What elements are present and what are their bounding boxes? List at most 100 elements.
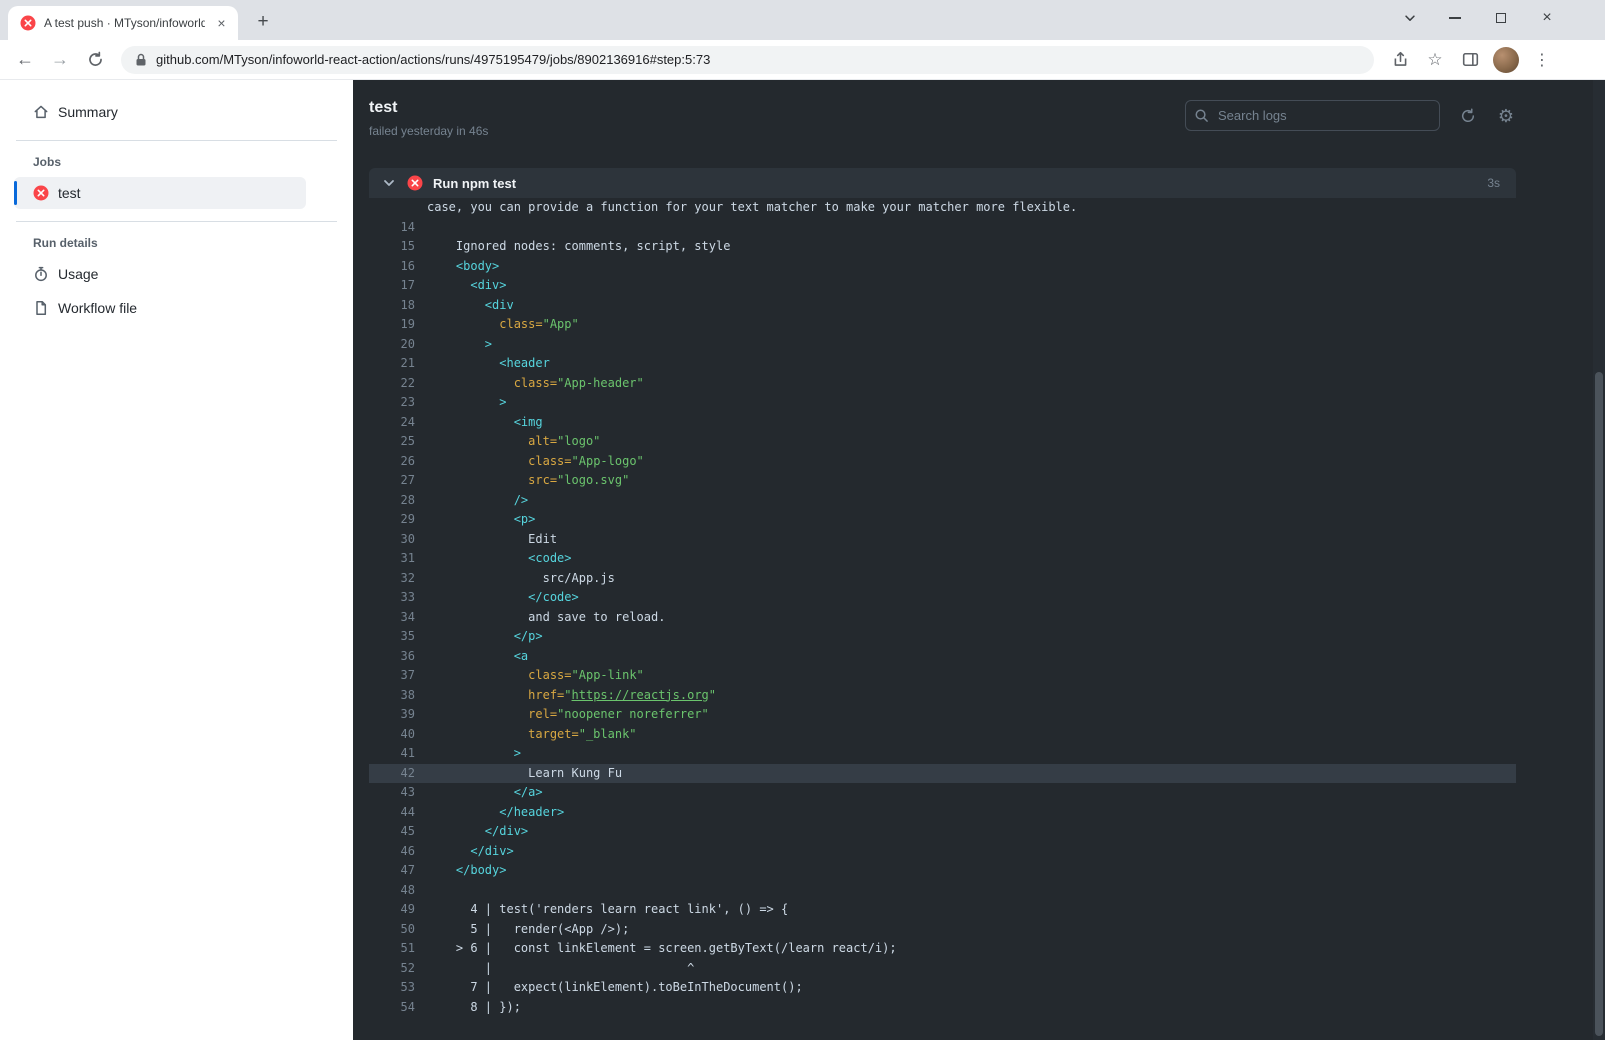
- log-line-number[interactable]: [369, 198, 415, 218]
- log-line[interactable]: 48: [369, 881, 1516, 901]
- log-line-number[interactable]: 26: [369, 452, 415, 472]
- tab-close-icon[interactable]: ×: [213, 15, 230, 32]
- log-line[interactable]: 18 <div: [369, 296, 1516, 316]
- browser-menu-button[interactable]: ⋮: [1527, 45, 1557, 75]
- maximize-button[interactable]: [1481, 0, 1521, 36]
- sidebar-item-workflow-file[interactable]: Workflow file: [14, 292, 306, 324]
- close-button[interactable]: ×: [1527, 0, 1567, 36]
- log-line[interactable]: 38 href="https://reactjs.org": [369, 686, 1516, 706]
- log-line-number[interactable]: 40: [369, 725, 415, 745]
- address-bar[interactable]: github.com/MTyson/infoworld-react-action…: [121, 45, 1374, 74]
- log-line-number[interactable]: 46: [369, 842, 415, 862]
- log-line[interactable]: 44 </header>: [369, 803, 1516, 823]
- log-line-number[interactable]: 52: [369, 959, 415, 979]
- log-line-number[interactable]: 24: [369, 413, 415, 433]
- log-line-number[interactable]: 28: [369, 491, 415, 511]
- log-line-number[interactable]: 25: [369, 432, 415, 452]
- log-line[interactable]: 14: [369, 218, 1516, 238]
- log-line[interactable]: 19 class="App": [369, 315, 1516, 335]
- log-line[interactable]: 52 | ^: [369, 959, 1516, 979]
- log-line-number[interactable]: 20: [369, 335, 415, 355]
- log-line[interactable]: 24 <img: [369, 413, 1516, 433]
- log-line[interactable]: 31 <code>: [369, 549, 1516, 569]
- log-line[interactable]: 46 </div>: [369, 842, 1516, 862]
- log-line-number[interactable]: 42: [369, 764, 415, 784]
- log-line-number[interactable]: 29: [369, 510, 415, 530]
- log-line-number[interactable]: 45: [369, 822, 415, 842]
- sidebar-item-job-test[interactable]: test: [14, 177, 306, 209]
- log-line[interactable]: 29 <p>: [369, 510, 1516, 530]
- log-line[interactable]: 41 >: [369, 744, 1516, 764]
- log-line-number[interactable]: 33: [369, 588, 415, 608]
- log-line-number[interactable]: 43: [369, 783, 415, 803]
- log-line[interactable]: 42 Learn Kung Fu: [369, 763, 1516, 784]
- step-header-run-npm-test[interactable]: Run npm test 3s: [369, 168, 1516, 198]
- log-line-number[interactable]: 37: [369, 666, 415, 686]
- log-line-number[interactable]: 17: [369, 276, 415, 296]
- log-line-number[interactable]: 50: [369, 920, 415, 940]
- log-line[interactable]: 15 Ignored nodes: comments, script, styl…: [369, 237, 1516, 257]
- refresh-logs-button[interactable]: [1458, 106, 1478, 126]
- log-line-number[interactable]: 51: [369, 939, 415, 959]
- log-line-number[interactable]: 38: [369, 686, 415, 706]
- log-line-number[interactable]: 36: [369, 647, 415, 667]
- log-line-number[interactable]: 23: [369, 393, 415, 413]
- log-line[interactable]: 51 > 6 | const linkElement = screen.getB…: [369, 939, 1516, 959]
- tab-search-button[interactable]: [1390, 0, 1430, 36]
- log-line-number[interactable]: 47: [369, 861, 415, 881]
- side-panel-button[interactable]: [1455, 45, 1485, 75]
- log-line[interactable]: 36 <a: [369, 647, 1516, 667]
- sidebar-item-usage[interactable]: Usage: [14, 258, 306, 290]
- log-line-number[interactable]: 44: [369, 803, 415, 823]
- log-line[interactable]: case, you can provide a function for you…: [369, 198, 1516, 218]
- bookmark-star-button[interactable]: ☆: [1420, 45, 1450, 75]
- log-line[interactable]: 45 </div>: [369, 822, 1516, 842]
- search-logs-input[interactable]: [1185, 100, 1440, 131]
- log-line[interactable]: 26 class="App-logo": [369, 452, 1516, 472]
- log-line-number[interactable]: 53: [369, 978, 415, 998]
- log-line-number[interactable]: 32: [369, 569, 415, 589]
- sidebar-item-summary[interactable]: Summary: [14, 96, 306, 128]
- log-line-number[interactable]: 16: [369, 257, 415, 277]
- log-line[interactable]: 50 5 | render(<App />);: [369, 920, 1516, 940]
- new-tab-button[interactable]: +: [250, 10, 276, 36]
- log-line-number[interactable]: 30: [369, 530, 415, 550]
- log-line[interactable]: 32 src/App.js: [369, 569, 1516, 589]
- log-line[interactable]: 39 rel="noopener noreferrer": [369, 705, 1516, 725]
- log-line[interactable]: 34 and save to reload.: [369, 608, 1516, 628]
- log-line-number[interactable]: 41: [369, 744, 415, 764]
- log-line-number[interactable]: 22: [369, 374, 415, 394]
- back-button[interactable]: ←: [10, 45, 40, 75]
- log-line-number[interactable]: 31: [369, 549, 415, 569]
- log-line[interactable]: 28 />: [369, 491, 1516, 511]
- log-line-number[interactable]: 49: [369, 900, 415, 920]
- log-line[interactable]: 27 src="logo.svg": [369, 471, 1516, 491]
- log-line[interactable]: 33 </code>: [369, 588, 1516, 608]
- log-line[interactable]: 49 4 | test('renders learn react link', …: [369, 900, 1516, 920]
- log-line-number[interactable]: 35: [369, 627, 415, 647]
- log-line[interactable]: 17 <div>: [369, 276, 1516, 296]
- log-settings-button[interactable]: ⚙: [1496, 106, 1516, 126]
- log-line[interactable]: 47 </body>: [369, 861, 1516, 881]
- forward-button[interactable]: →: [45, 45, 75, 75]
- log-line[interactable]: 40 target="_blank": [369, 725, 1516, 745]
- log-line[interactable]: 35 </p>: [369, 627, 1516, 647]
- log-line[interactable]: 16 <body>: [369, 257, 1516, 277]
- page-scrollbar[interactable]: [1593, 80, 1605, 1040]
- log-line[interactable]: 25 alt="logo": [369, 432, 1516, 452]
- log-line-number[interactable]: 15: [369, 237, 415, 257]
- profile-avatar[interactable]: [1493, 46, 1519, 73]
- browser-tab[interactable]: A test push · MTyson/infoworld- ×: [8, 6, 238, 40]
- scrollbar-thumb[interactable]: [1595, 372, 1603, 1036]
- log-line-number[interactable]: 18: [369, 296, 415, 316]
- reload-button[interactable]: [80, 45, 110, 75]
- log-line[interactable]: 37 class="App-link": [369, 666, 1516, 686]
- log-line-number[interactable]: 19: [369, 315, 415, 335]
- log-line[interactable]: 20 >: [369, 335, 1516, 355]
- log-line[interactable]: 21 <header: [369, 354, 1516, 374]
- log-line[interactable]: 22 class="App-header": [369, 374, 1516, 394]
- minimize-button[interactable]: [1435, 0, 1475, 36]
- share-button[interactable]: [1385, 45, 1415, 75]
- log-url-link[interactable]: https://reactjs.org: [572, 688, 709, 702]
- log-line-number[interactable]: 54: [369, 998, 415, 1018]
